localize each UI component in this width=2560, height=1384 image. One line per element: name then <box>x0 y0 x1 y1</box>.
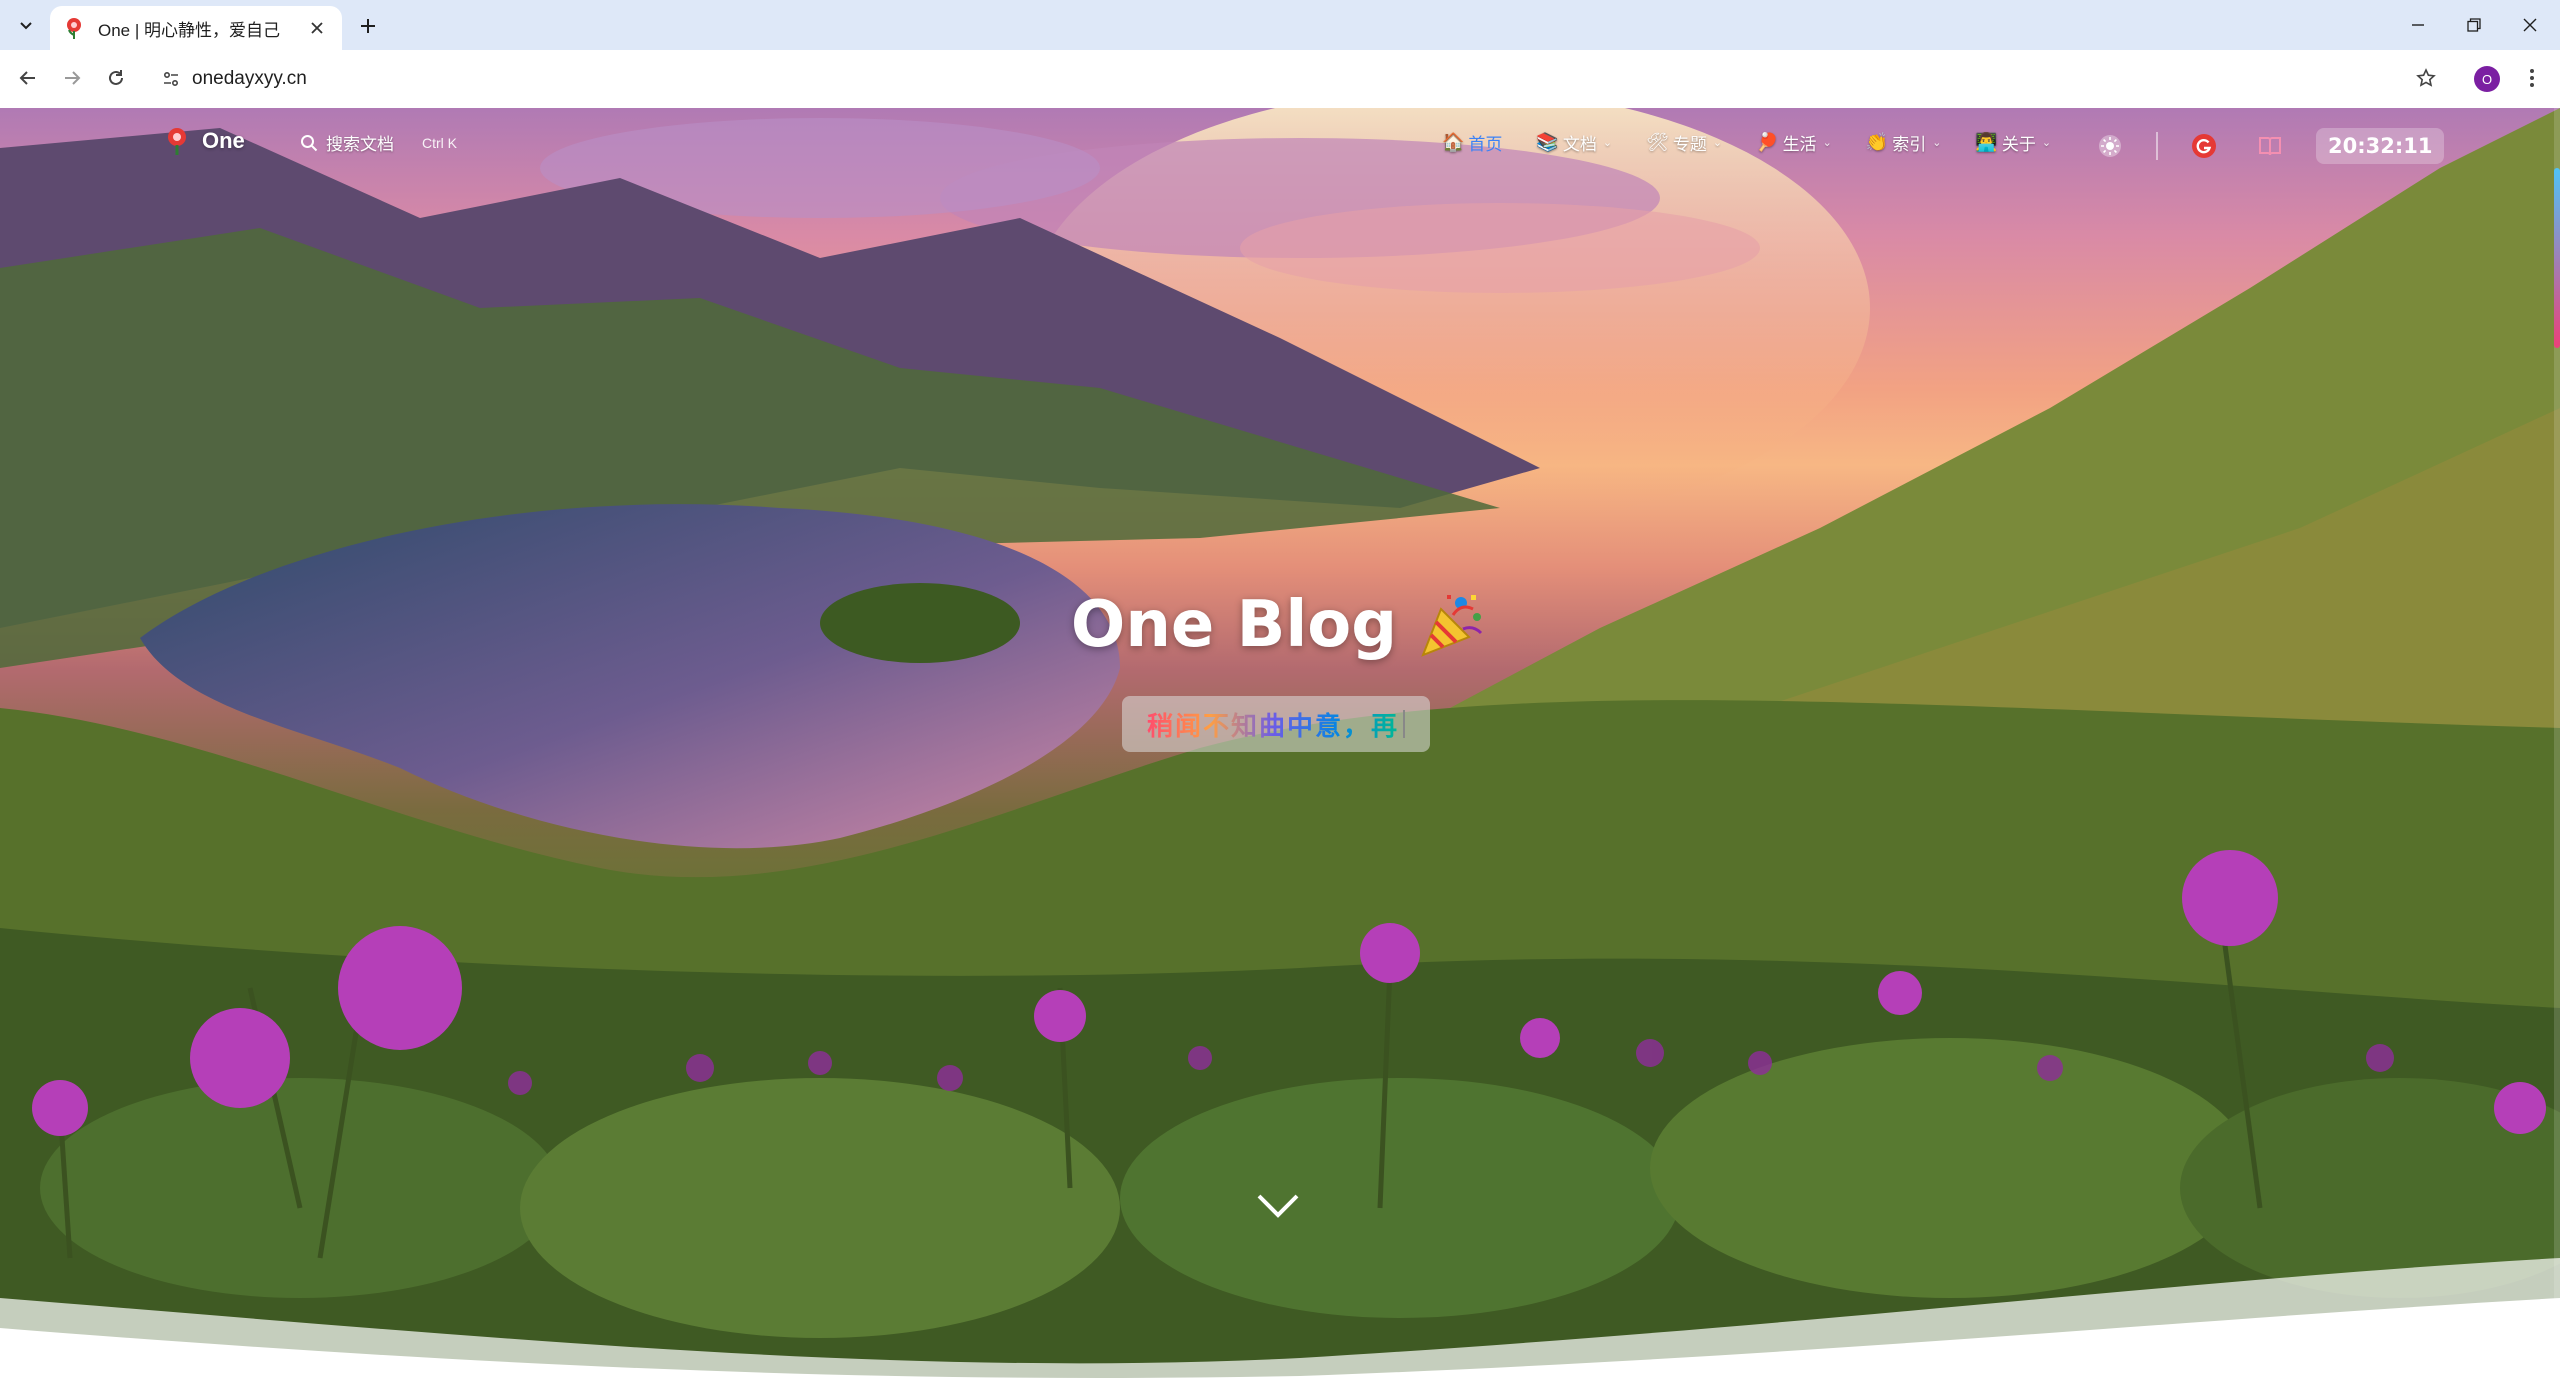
search-shortcut-hint: Ctrl K <box>422 134 457 151</box>
scrollbar-thumb[interactable] <box>2554 168 2560 348</box>
nav-item-topics[interactable]: 🛠 专题 ⌄ <box>1646 130 1722 155</box>
search-placeholder: 搜索文档 <box>326 135 394 154</box>
back-button[interactable] <box>10 60 46 96</box>
tab-search-button[interactable] <box>10 10 42 40</box>
sun-icon <box>2099 135 2121 157</box>
browser-chrome: One | 明心静性，爱自己 onedayxyy.cn O <box>0 0 2560 108</box>
tab-title: One | 明心静性，爱自己 <box>98 20 280 40</box>
hero-title-text: One Blog <box>1070 588 1398 662</box>
nav-item-home[interactable]: 🏠 首页 <box>1442 130 1502 155</box>
main-nav: 🏠 首页 📚 文档 ⌄ 🛠 专题 ⌄ 🏓 生活 ⌄ <box>1442 130 2085 155</box>
minimize-button[interactable] <box>2390 0 2446 50</box>
chevron-down-icon: ⌄ <box>1932 137 1942 149</box>
restore-icon <box>2467 18 2481 32</box>
nav-tools: 20:32:11 <box>2090 126 2445 166</box>
web-page: One 搜索文档 Ctrl K 🏠 首页 📚 文档 ⌄ 🛠 专题 ⌄ 🏓 生活 … <box>0 108 2560 1384</box>
address-bar[interactable]: onedayxyy.cn <box>146 58 2446 100</box>
house-icon: 🏠 <box>1442 132 1465 152</box>
person-icon: 👨‍💻 <box>1975 132 1998 152</box>
minimize-icon <box>2412 24 2424 26</box>
nav-item-label: 专题 <box>1672 135 1707 154</box>
chevron-down-icon: ⌄ <box>1822 137 1832 149</box>
nav-item-label: 首页 <box>1468 135 1503 154</box>
typing-cursor <box>1403 710 1405 738</box>
chevron-down-icon <box>20 22 32 30</box>
nav-item-label: 生活 <box>1782 135 1817 154</box>
reload-icon <box>109 70 123 85</box>
brand-link[interactable]: One <box>162 126 245 156</box>
clap-icon: 👏 <box>1865 132 1889 152</box>
site-navbar: One 搜索文档 Ctrl K 🏠 首页 📚 文档 ⌄ 🛠 专题 ⌄ 🏓 生活 … <box>0 118 2560 174</box>
typing-text: 稍闻不知曲中意，再 <box>1147 706 1399 743</box>
search-docs-button[interactable]: 搜索文档 Ctrl K <box>300 130 457 155</box>
g-extension-icon <box>2192 134 2216 158</box>
books-icon: 📚 <box>1536 132 1559 152</box>
chevron-down-icon <box>1257 1194 1299 1218</box>
page-scrollbar[interactable] <box>2554 108 2560 1384</box>
scroll-down-button[interactable] <box>1254 1186 1302 1226</box>
tools-icon: 🛠 <box>1646 132 1669 152</box>
new-tab-button[interactable] <box>352 10 384 42</box>
tab-strip: One | 明心静性，爱自己 <box>0 0 2560 50</box>
search-icon <box>301 134 318 151</box>
site-info-icon[interactable] <box>158 66 184 92</box>
url-text: onedayxyy.cn <box>192 68 307 89</box>
chevron-down-icon: ⌄ <box>1602 137 1613 149</box>
hero-subtitle: 稍闻不知曲中意，再 <box>1122 696 1430 752</box>
nav-item-about[interactable]: 👨‍💻 关于 ⌄ <box>1975 130 2051 155</box>
chevron-down-icon: ⌄ <box>1712 137 1723 149</box>
nav-item-label: 索引 <box>1892 135 1927 154</box>
party-popper-icon <box>1421 595 1483 657</box>
reader-mode-button[interactable] <box>2250 126 2290 166</box>
browser-menu-icon[interactable] <box>2518 62 2546 94</box>
close-tab-icon[interactable] <box>304 15 330 41</box>
book-icon <box>2259 137 2281 156</box>
arrow-left-icon <box>19 71 35 85</box>
flower-logo-icon <box>168 128 186 155</box>
close-window-button[interactable] <box>2502 0 2558 50</box>
clock-display: 20:32:11 <box>2316 128 2445 164</box>
nav-item-docs[interactable]: 📚 文档 ⌄ <box>1536 130 1612 155</box>
brand-name: One <box>202 128 245 153</box>
nav-item-life[interactable]: 🏓 生活 ⌄ <box>1756 130 1832 155</box>
close-icon <box>2523 18 2537 32</box>
nav-divider <box>2156 132 2158 160</box>
hero-banner: One 搜索文档 Ctrl K 🏠 首页 📚 文档 ⌄ 🛠 专题 ⌄ 🏓 生活 … <box>0 108 2560 1384</box>
forward-button[interactable] <box>54 60 90 96</box>
bookmark-star-icon[interactable] <box>2410 62 2442 94</box>
extension-button[interactable] <box>2184 126 2224 166</box>
profile-avatar[interactable]: O <box>2474 66 2500 92</box>
nav-item-label: 文档 <box>1562 135 1597 154</box>
nav-item-label: 关于 <box>2001 135 2036 154</box>
tab-active[interactable]: One | 明心静性，爱自己 <box>50 6 342 50</box>
ping-pong-icon: 🏓 <box>1756 132 1779 152</box>
plus-icon <box>361 19 375 33</box>
flower-favicon-icon <box>67 18 81 39</box>
hero-title: One Blog <box>0 588 2560 662</box>
arrow-right-icon <box>65 71 81 85</box>
reload-button[interactable] <box>98 60 134 96</box>
hero-bottom-wave <box>0 1258 2560 1384</box>
theme-toggle-button[interactable] <box>2090 126 2130 166</box>
browser-toolbar: onedayxyy.cn O <box>0 50 2560 108</box>
restore-button[interactable] <box>2446 0 2502 50</box>
nav-item-index[interactable]: 👏 索引 ⌄ <box>1866 130 1942 155</box>
chevron-down-icon: ⌄ <box>2041 137 2052 149</box>
